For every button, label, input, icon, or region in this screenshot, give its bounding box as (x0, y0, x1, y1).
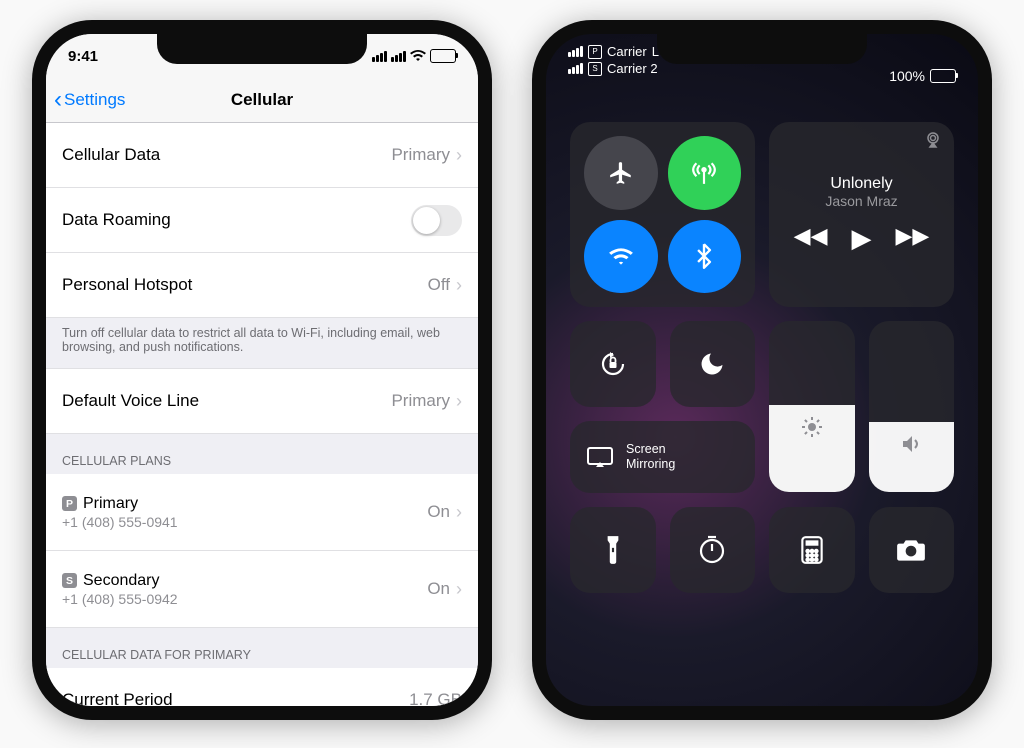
back-label: Settings (64, 90, 125, 110)
orientation-lock-icon (597, 348, 629, 380)
flashlight-icon (604, 535, 622, 565)
calculator-icon (800, 535, 824, 565)
navigation-bar: ‹ Settings Cellular (46, 78, 478, 123)
screen-mirroring-icon (586, 446, 614, 468)
personal-hotspot-label: Personal Hotspot (62, 275, 192, 295)
chevron-right-icon: › (456, 391, 462, 412)
default-voice-label: Default Voice Line (62, 391, 199, 411)
moon-icon (698, 350, 726, 378)
plans-header: Cellular Plans (46, 434, 478, 474)
notch (657, 34, 867, 64)
timer-button[interactable] (670, 507, 756, 593)
chevron-left-icon: ‹ (54, 88, 62, 112)
back-button[interactable]: ‹ Settings (54, 88, 125, 112)
signal-icon (568, 46, 583, 57)
signal-icon (372, 51, 387, 62)
cellular-button[interactable] (668, 136, 742, 210)
track-artist: Jason Mraz (825, 193, 897, 209)
brightness-slider[interactable] (769, 321, 855, 492)
wifi-button[interactable] (584, 220, 658, 294)
camera-button[interactable] (869, 507, 955, 593)
cellular-data-label: Cellular Data (62, 145, 160, 165)
track-title: Unlonely (830, 175, 892, 193)
battery-icon (430, 49, 456, 63)
volume-icon (899, 432, 923, 456)
timer-icon (697, 535, 727, 565)
forward-button[interactable]: ▶▶ (896, 223, 930, 254)
connectivity-tile[interactable] (570, 122, 755, 307)
row-current-period: Current Period 1.7 GB (46, 668, 478, 706)
signal-icon-2 (391, 51, 406, 62)
sim-badge-s-icon: S (588, 62, 602, 76)
airplay-icon[interactable] (924, 132, 942, 148)
plan-phone: +1 (408) 555-0942 (62, 591, 178, 607)
chevron-right-icon: › (456, 502, 462, 523)
data-roaming-switch[interactable] (411, 205, 462, 236)
screen-mirroring-label: Screen Mirroring (626, 442, 675, 472)
phone-settings: 9:41 ‹ Settings Cellular Cellular Data P… (32, 20, 492, 720)
orientation-lock-button[interactable] (570, 321, 656, 407)
airplane-mode-button[interactable] (584, 136, 658, 210)
volume-slider[interactable] (869, 321, 955, 492)
bluetooth-icon (696, 243, 712, 269)
carrier-line-secondary: S Carrier 2 (568, 61, 675, 76)
play-button[interactable]: ▶ (852, 223, 872, 254)
sim-badge-s: S (62, 573, 77, 588)
usage-header: Cellular Data for Primary (46, 628, 478, 668)
wifi-icon (410, 50, 426, 62)
flashlight-button[interactable] (570, 507, 656, 593)
row-data-roaming: Data Roaming (46, 188, 478, 253)
bluetooth-button[interactable] (668, 220, 742, 294)
chevron-right-icon: › (456, 579, 462, 600)
phone-control-center: P Carrier LTE S Carrier 2 100% (532, 20, 992, 720)
sim-badge-p: P (62, 496, 77, 511)
status-time: 9:41 (68, 48, 98, 65)
rewind-button[interactable]: ◀◀ (794, 223, 828, 254)
row-cellular-data[interactable]: Cellular Data Primary› (46, 123, 478, 188)
chevron-right-icon: › (456, 145, 462, 166)
airplane-icon (608, 160, 634, 186)
signal-icon (568, 63, 583, 74)
cellular-footer: Turn off cellular data to restrict all d… (46, 318, 478, 369)
row-default-voice-line[interactable]: Default Voice Line Primary› (46, 369, 478, 434)
chevron-right-icon: › (456, 275, 462, 296)
data-roaming-label: Data Roaming (62, 210, 171, 230)
plan-row-primary[interactable]: PPrimary +1 (408) 555-0941 On› (46, 474, 478, 551)
battery-icon (930, 69, 956, 83)
wifi-icon (608, 246, 634, 266)
calculator-button[interactable] (769, 507, 855, 593)
sim-badge-p-icon: P (588, 45, 602, 59)
brightness-icon (800, 415, 824, 439)
do-not-disturb-button[interactable] (670, 321, 756, 407)
media-tile[interactable]: Unlonely Jason Mraz ◀◀ ▶ ▶▶ (769, 122, 954, 307)
antenna-icon (691, 160, 717, 186)
screen-mirroring-button[interactable]: Screen Mirroring (570, 421, 755, 494)
camera-icon (895, 537, 927, 563)
plan-row-secondary[interactable]: SSecondary +1 (408) 555-0942 On› (46, 551, 478, 628)
row-personal-hotspot[interactable]: Personal Hotspot Off› (46, 253, 478, 318)
battery-percent: 100% (889, 68, 925, 84)
notch (157, 34, 367, 64)
plan-phone: +1 (408) 555-0941 (62, 514, 178, 530)
page-title: Cellular (231, 90, 293, 110)
